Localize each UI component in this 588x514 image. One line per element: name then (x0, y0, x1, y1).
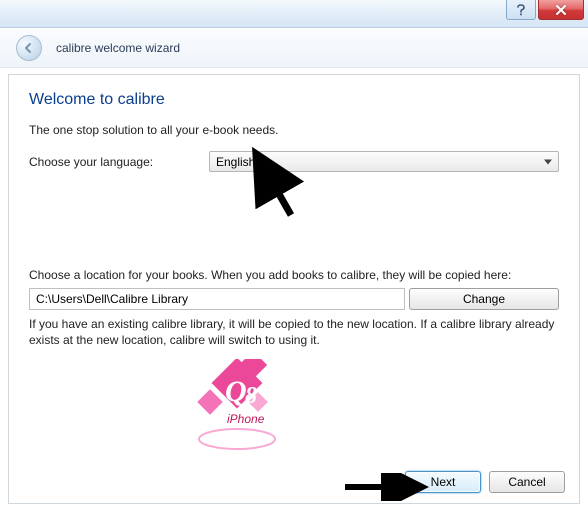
page-heading: Welcome to calibre (29, 91, 559, 109)
change-button[interactable]: Change (409, 288, 559, 310)
language-selected: English (216, 155, 255, 169)
close-button[interactable] (538, 0, 584, 20)
help-button[interactable] (506, 0, 536, 20)
wizard-buttons: Next Cancel (405, 471, 565, 493)
next-button[interactable]: Next (405, 471, 481, 493)
header: calibre welcome wizard (0, 28, 588, 68)
titlebar (0, 0, 588, 28)
location-info: If you have an existing calibre library,… (29, 316, 559, 348)
svg-text:8: 8 (245, 383, 257, 409)
tagline: The one stop solution to all your e-book… (29, 123, 559, 137)
language-row: Choose your language: English (29, 151, 559, 172)
back-button[interactable] (16, 35, 42, 61)
svg-text:Q: Q (225, 375, 247, 408)
language-dropdown[interactable]: English (209, 151, 559, 172)
titlebar-buttons (506, 0, 588, 20)
svg-text:iPhone: iPhone (227, 412, 265, 426)
wizard-content: Welcome to calibre The one stop solution… (8, 74, 580, 504)
cancel-button[interactable]: Cancel (489, 471, 565, 493)
watermark-logo: Q 8 iPhone (157, 359, 317, 459)
language-label: Choose your language: (29, 155, 209, 169)
back-arrow-icon (23, 42, 35, 54)
close-icon (555, 5, 567, 15)
location-row: Change (29, 288, 559, 310)
window-title: calibre welcome wizard (56, 41, 180, 55)
library-path-input[interactable] (29, 288, 405, 310)
help-icon (516, 4, 526, 16)
location-description: Choose a location for your books. When y… (29, 268, 559, 282)
